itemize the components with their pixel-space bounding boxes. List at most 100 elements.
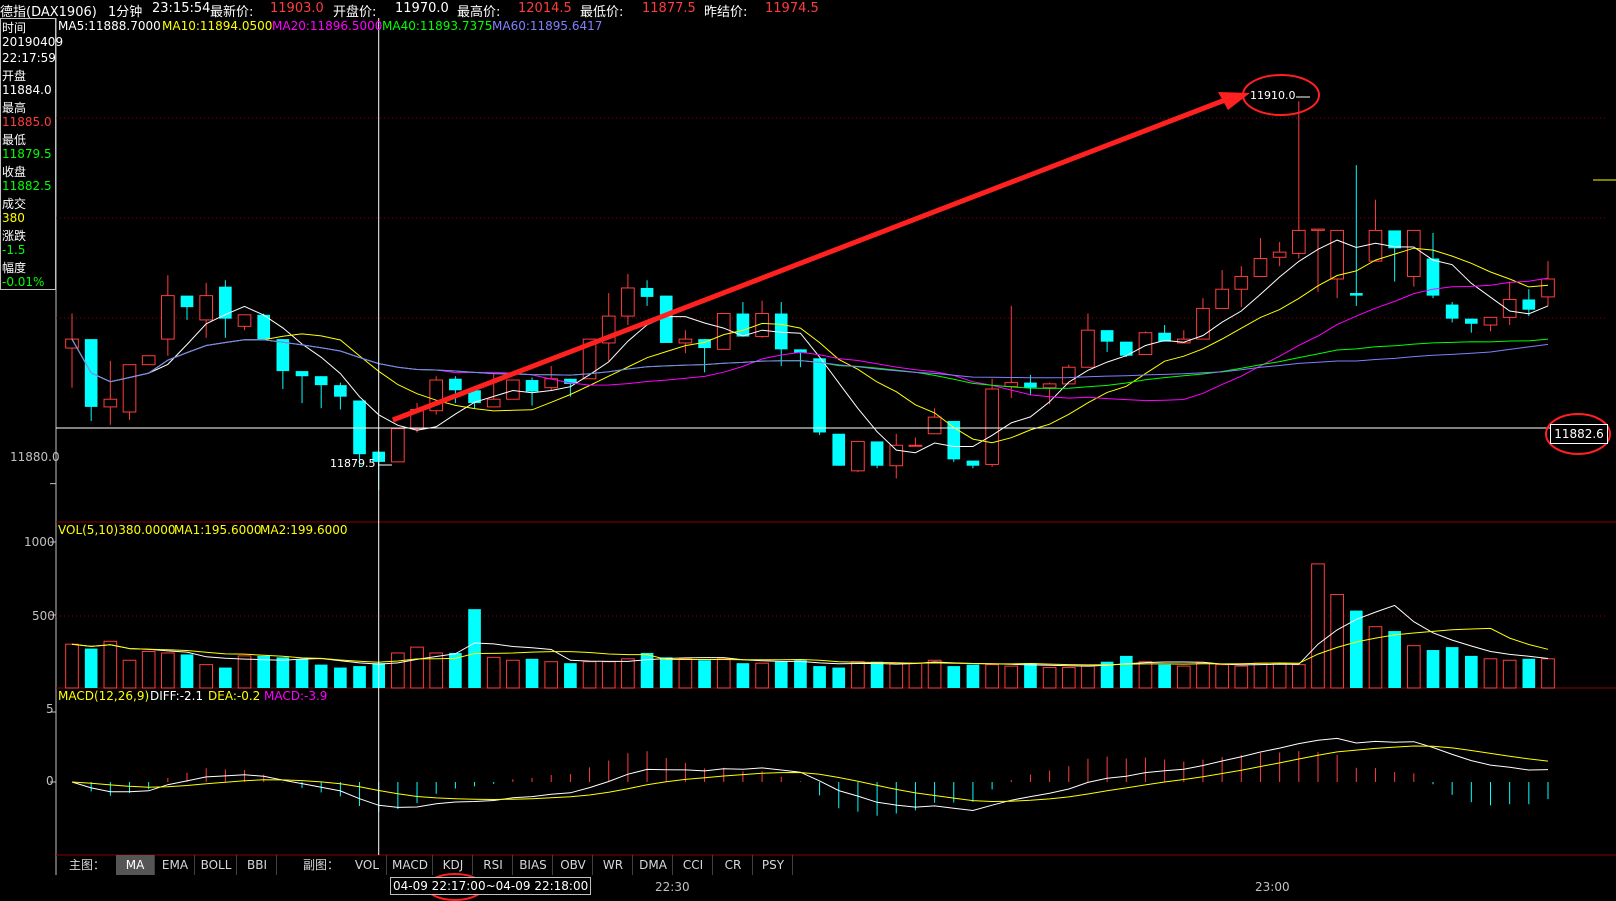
candle-down (640, 287, 654, 297)
tab-macd[interactable]: MACD (388, 855, 433, 875)
candle-up (103, 398, 118, 408)
vol-bar-down (1522, 658, 1536, 688)
vol-ma2: MA2:199.6000 (260, 523, 348, 537)
info-low: 11879.5 (2, 147, 52, 161)
tab-dma[interactable]: DMA (634, 855, 673, 875)
tab-cci[interactable]: CCI (674, 855, 713, 875)
macd-bars (50, 711, 1549, 816)
vol-bar-down (813, 666, 826, 688)
candle-up (985, 388, 999, 465)
vol-bar-down (640, 652, 654, 688)
ma20-line (71, 277, 1549, 402)
kline-chart[interactable] (0, 0, 1616, 901)
vol-value: VOL(5,10)380.0000 (58, 523, 176, 537)
candle-up (141, 355, 156, 366)
vol-bar-down (314, 664, 328, 688)
vol-bar-up (889, 662, 904, 689)
info-vol: 380 (2, 211, 25, 225)
candle-up (1042, 383, 1057, 389)
candle-down (353, 400, 366, 455)
info-time-label: 时间 (2, 21, 27, 35)
tab-rsi[interactable]: RSI (474, 855, 513, 875)
ma-legend: MA5:11888.7000 MA10:11894.0500 MA20:1189… (58, 19, 758, 35)
candle-down (314, 376, 328, 386)
info-high-label: 最高 (2, 101, 27, 115)
tab-obv[interactable]: OBV (554, 855, 593, 875)
candle-down (295, 371, 309, 377)
info-chg-label: 涨跌 (2, 229, 27, 243)
candle-up (1061, 366, 1076, 385)
vol-bar-up (161, 652, 175, 689)
candle-down (966, 460, 980, 466)
info-close: 11882.5 (2, 179, 52, 193)
tab-wr[interactable]: WR (594, 855, 633, 875)
vol-bar-down (1445, 647, 1459, 688)
candles (65, 101, 1555, 491)
crosshair-time-range: 04-09 22:17:00~04-09 22:18:00 (390, 877, 592, 895)
vol-bar-down (180, 654, 194, 688)
candle-down (1445, 304, 1459, 319)
vol-bar-down (276, 657, 290, 688)
vol-bar-down (1426, 650, 1440, 688)
vol-bar-up (1196, 662, 1210, 689)
candle-up (621, 287, 635, 317)
ma40-value: MA40:11893.7375 (382, 19, 493, 33)
time: 23:15:54 (152, 1, 211, 16)
vol-bar-up (103, 640, 118, 689)
vol-axis-500: 500 (32, 609, 55, 623)
vol-bar-up (1061, 667, 1076, 689)
main-chart-label: 主图： (68, 858, 105, 872)
candle-up (1253, 258, 1268, 277)
tab-ema[interactable]: EMA (156, 855, 195, 875)
tab-vol[interactable]: VOL (348, 855, 387, 875)
prev-label: 昨结价: (704, 5, 748, 20)
vol-bar-down (659, 657, 673, 688)
vol-bar-down (1388, 631, 1401, 688)
quote-header: 德指(DAX1906) 1分钟 23:15:54 最新价: 11903.0 开盘… (0, 0, 1616, 20)
tab-ma[interactable]: MA (116, 855, 155, 875)
candle-up (1541, 278, 1555, 298)
tab-psy[interactable]: PSY (754, 855, 793, 875)
vol-bar-up (1234, 665, 1249, 689)
macd-axis-0: 0 (46, 774, 54, 788)
vol-axis-1000: 1000 (24, 535, 55, 549)
candle-up (1291, 229, 1306, 254)
vol-bar-down (1024, 663, 1037, 688)
prev-value: 11974.5 (765, 1, 819, 16)
tab-kdj[interactable]: KDJ (434, 855, 473, 875)
vol-bar-up (1215, 664, 1229, 689)
info-time: 22:17:59 (2, 51, 56, 65)
vol-bar-up (716, 658, 731, 689)
trend-arrow-shaft (391, 97, 1226, 423)
diff-line (71, 737, 1549, 812)
candle-down (870, 441, 884, 466)
ma5-line (71, 239, 1549, 454)
vol-bar-up (237, 655, 252, 689)
candle-down (180, 295, 194, 308)
candle-down (334, 385, 347, 397)
tab-bias[interactable]: BIAS (514, 855, 553, 875)
tab-cr[interactable]: CR (714, 855, 753, 875)
ma-lines (71, 239, 1549, 454)
tab-bbi[interactable]: BBI (238, 855, 277, 875)
candle-down (659, 295, 673, 343)
vol-bar-down (468, 609, 481, 688)
vol-bar-up (678, 658, 693, 689)
candle-down (813, 358, 826, 433)
ma60-value: MA60:11895.6417 (492, 19, 603, 33)
vol-bar-up (927, 659, 942, 689)
vol-bar-up (755, 662, 769, 689)
info-open: 11884.0 (2, 83, 52, 97)
tab-boll[interactable]: BOLL (196, 855, 237, 875)
vol-bar-up (1042, 667, 1057, 689)
candle-down (1464, 318, 1478, 324)
vol-bar-up (1311, 563, 1325, 689)
info-low-label: 最低 (2, 133, 27, 147)
vol-bar-up (1502, 659, 1517, 689)
info-chg: -1.5 (2, 243, 26, 257)
vol-bar-up (1004, 665, 1019, 689)
vol-bar-up (1081, 665, 1095, 689)
vol-bar-down (698, 660, 711, 688)
candle-up (1368, 229, 1383, 262)
vol-bar-up (1138, 661, 1153, 689)
